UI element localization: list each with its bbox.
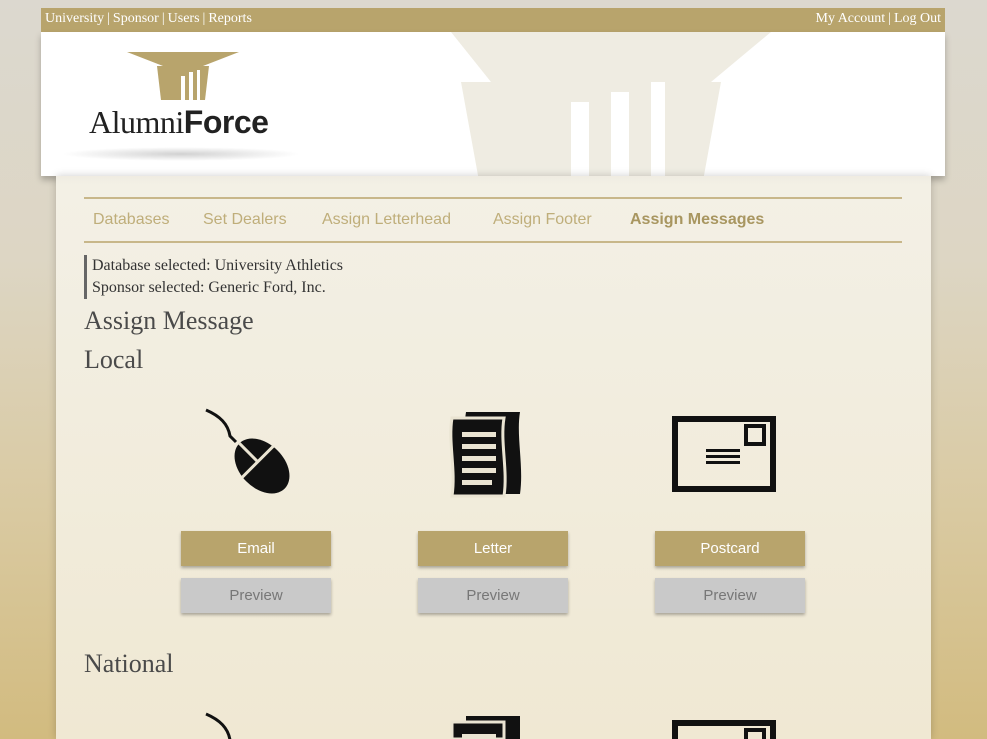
link-log-out[interactable]: Log Out — [894, 11, 941, 26]
section-local-title: Local — [84, 345, 144, 374]
section-national-title: National — [84, 649, 174, 678]
postcard-preview-button[interactable]: Preview — [655, 578, 805, 613]
nav-assign-letterhead[interactable]: Assign Letterhead — [322, 211, 451, 229]
top-bar-right-links: My Account | Log Out — [816, 8, 941, 30]
selection-info: Database selected: University Athletics … — [84, 255, 343, 299]
page-title: Assign Message — [84, 306, 254, 335]
letter-icon — [450, 716, 520, 739]
logo-word-alumni: Alumni — [89, 104, 184, 140]
link-my-account[interactable]: My Account — [816, 11, 886, 26]
header: AlumniForce — [41, 32, 945, 176]
separator: | — [888, 11, 891, 26]
mouse-icon — [205, 712, 232, 739]
sponsor-selected: Sponsor selected: Generic Ford, Inc. — [92, 279, 326, 296]
postcard-icon — [672, 720, 776, 739]
graduation-cap-watermark-icon — [451, 32, 771, 176]
nav-set-dealers[interactable]: Set Dealers — [203, 211, 287, 229]
separator: | — [107, 11, 110, 26]
database-selected: Database selected: University Athletics — [92, 257, 344, 274]
logo-shadow — [61, 147, 301, 161]
link-users[interactable]: Users — [168, 11, 200, 26]
mouse-icon — [205, 408, 290, 494]
letter-button[interactable]: Letter — [418, 531, 568, 566]
nav-assign-footer[interactable]: Assign Footer — [493, 211, 592, 229]
logo-word-force: Force — [183, 104, 269, 140]
separator: | — [161, 11, 165, 26]
main-nav: Databases Set Dealers Assign Letterhead … — [84, 197, 902, 243]
top-bar: University | Sponsor | Users | Reports My Acco… — [41, 8, 945, 32]
nav-assign-messages[interactable]: Assign Messages — [630, 211, 764, 229]
top-bar-left-links: University | Sponsor | Users | Reports — [45, 8, 252, 30]
letter-preview-button[interactable]: Preview — [418, 578, 568, 613]
email-preview-button[interactable]: Preview — [181, 578, 331, 613]
link-reports[interactable]: Reports — [208, 11, 252, 26]
email-button[interactable]: Email — [181, 531, 331, 566]
logo-text: AlumniForce — [89, 104, 269, 141]
link-sponsor[interactable]: Sponsor — [113, 11, 159, 26]
nav-databases[interactable]: Databases — [93, 211, 170, 229]
letter-icon — [449, 412, 522, 498]
mortarboard-logo-icon — [127, 52, 239, 100]
link-university[interactable]: University — [45, 11, 104, 26]
postcard-button[interactable]: Postcard — [655, 531, 805, 566]
postcard-icon — [672, 416, 776, 492]
